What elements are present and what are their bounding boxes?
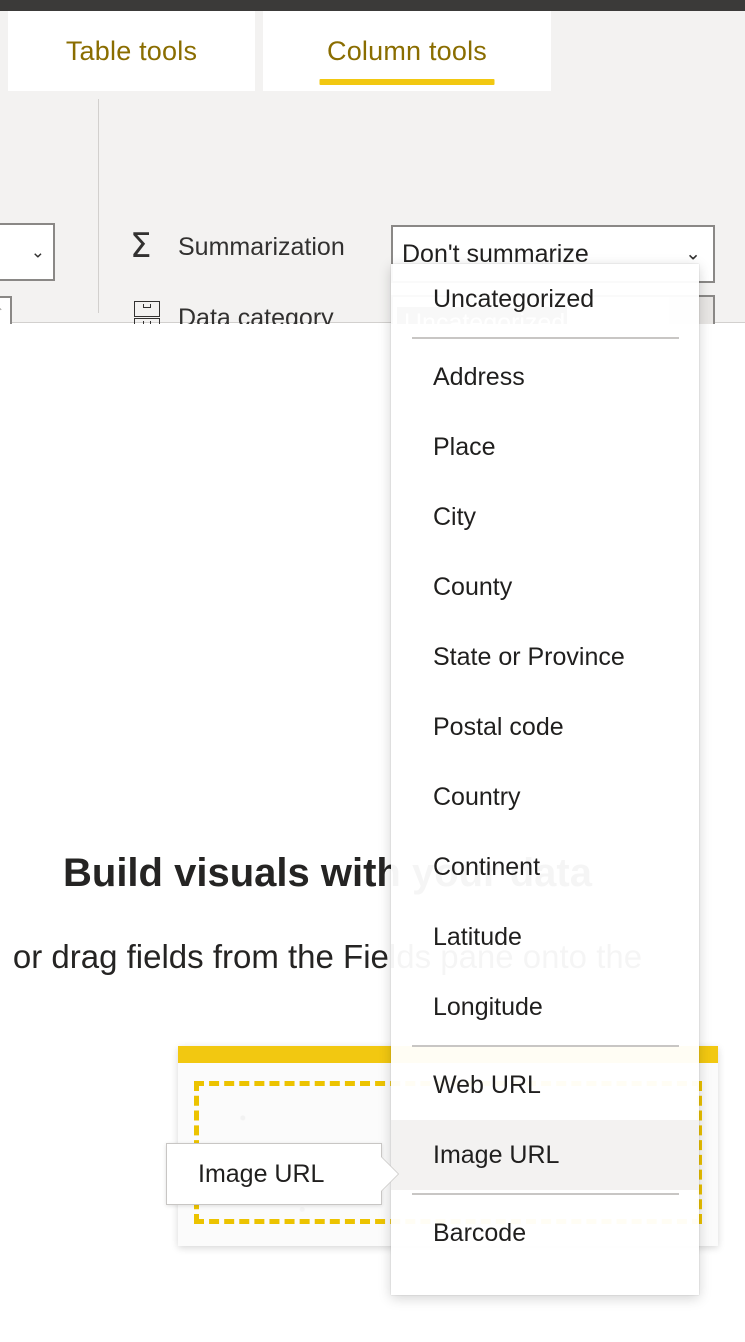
- active-tab-indicator: [319, 79, 495, 85]
- spinner-up-icon[interactable]: ⌃: [0, 306, 4, 318]
- menu-item-label: Latitude: [433, 922, 522, 951]
- menu-item-label: Place: [433, 432, 496, 461]
- ribbon-group-separator: [98, 99, 99, 313]
- partial-left-combobox[interactable]: ⌄: [0, 223, 55, 281]
- menu-item[interactable]: City: [391, 482, 699, 552]
- menu-item-label: Barcode: [433, 1218, 527, 1247]
- menu-item[interactable]: Web URL: [391, 1050, 699, 1120]
- summarization-row: Σ Summarization: [130, 228, 345, 266]
- menu-item-label: Postal code: [433, 712, 564, 741]
- menu-item[interactable]: Longitude: [391, 972, 699, 1042]
- menu-item[interactable]: Continent: [391, 832, 699, 902]
- tab-column-tools-label: Column tools: [327, 35, 487, 66]
- tab-table-tools[interactable]: Table tools: [8, 11, 255, 91]
- menu-item-label: County: [433, 572, 513, 601]
- power-bi-desktop-window: Table tools Column tools ⌄ ⌃ ⌄ Σ Summari…: [0, 0, 745, 1342]
- menu-item[interactable]: Uncategorized: [391, 264, 699, 334]
- sigma-icon: Σ: [130, 226, 152, 266]
- menu-item[interactable]: Address: [391, 342, 699, 412]
- menu-item-label: Address: [433, 362, 525, 391]
- menu-divider: [412, 1045, 679, 1047]
- menu-item-label: State or Province: [433, 642, 625, 671]
- tab-column-tools[interactable]: Column tools: [263, 11, 551, 91]
- ribbon-tab-strip: Table tools Column tools: [0, 11, 745, 91]
- chevron-down-icon: ⌄: [30, 242, 45, 262]
- menu-divider: [412, 337, 679, 339]
- menu-item[interactable]: Image URL: [391, 1120, 699, 1190]
- menu-item[interactable]: Country: [391, 762, 699, 832]
- menu-item-label: Image URL: [433, 1140, 560, 1169]
- data-category-dropdown-menu[interactable]: Uncategorized Address Place City County State…: [391, 264, 699, 1295]
- menu-item-label: Continent: [433, 852, 541, 881]
- tooltip-text: Image URL: [198, 1159, 325, 1188]
- menu-item[interactable]: Latitude: [391, 902, 699, 972]
- menu-item[interactable]: County: [391, 552, 699, 622]
- menu-item-label: Uncategorized: [433, 284, 595, 313]
- menu-item-label: City: [433, 502, 477, 531]
- image-url-tooltip: Image URL: [166, 1143, 398, 1205]
- menu-item[interactable]: Barcode: [391, 1198, 699, 1268]
- menu-divider: [412, 1193, 679, 1195]
- menu-item[interactable]: Place: [391, 412, 699, 482]
- menu-item[interactable]: State or Province: [391, 622, 699, 692]
- menu-item-label: Web URL: [433, 1070, 541, 1099]
- menu-item-label: Longitude: [433, 992, 543, 1021]
- tooltip-beak-icon: [381, 1157, 398, 1191]
- summarization-label: Summarization: [178, 232, 345, 261]
- chevron-down-icon[interactable]: ⌄: [685, 245, 701, 264]
- menu-item[interactable]: Postal code: [391, 692, 699, 762]
- title-bar: [0, 0, 745, 11]
- menu-item-label: Country: [433, 782, 521, 811]
- tab-table-tools-label: Table tools: [65, 35, 198, 66]
